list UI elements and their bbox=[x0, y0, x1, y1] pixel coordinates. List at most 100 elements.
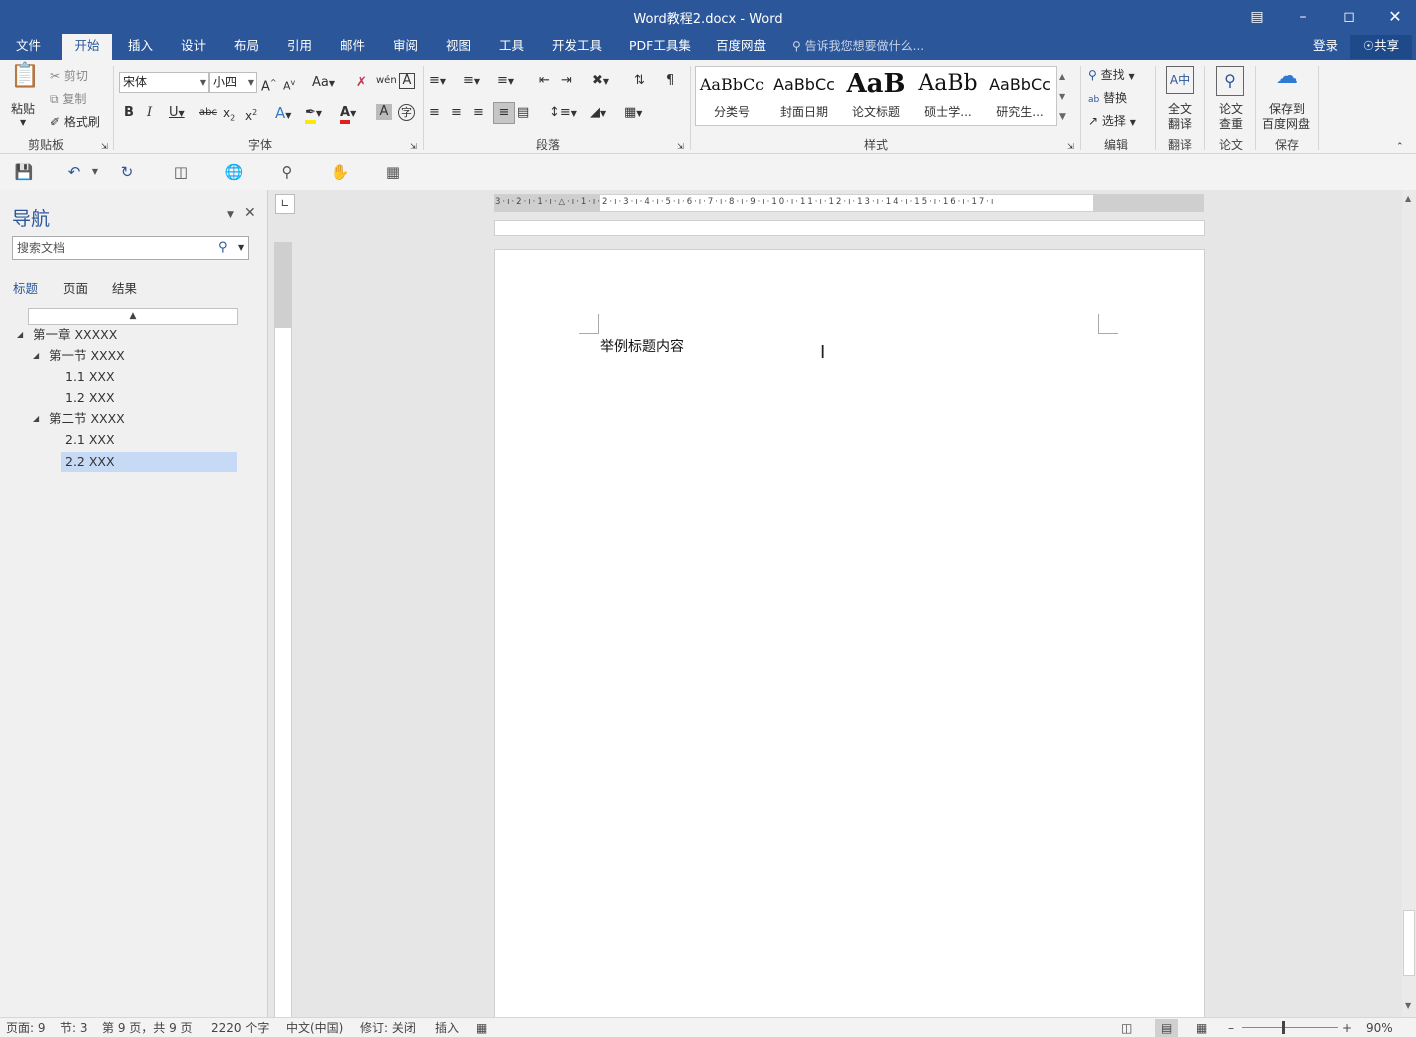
search-document-input[interactable]: 搜索文档 ⚲ ▼ bbox=[12, 236, 249, 260]
italic-icon[interactable]: I bbox=[147, 104, 152, 122]
decrease-indent-icon[interactable]: ⇤ bbox=[539, 72, 550, 90]
superscript-icon[interactable]: x2 bbox=[245, 104, 257, 125]
sort-icon[interactable]: ⇅ bbox=[634, 72, 645, 90]
baidu-netdisk-icon[interactable]: ☁ bbox=[1272, 66, 1302, 94]
login-link[interactable]: 登录 bbox=[1313, 34, 1338, 58]
tell-me-search[interactable]: ⚲ 告诉我您想要做什么... bbox=[792, 34, 924, 60]
heading-item[interactable]: 1.1 XXX bbox=[65, 367, 115, 387]
zoom-in-icon[interactable]: + bbox=[1342, 1019, 1352, 1037]
status-track-changes[interactable]: 修订: 关闭 bbox=[360, 1019, 416, 1037]
highlight-color-icon[interactable]: ✒▼ bbox=[305, 104, 322, 124]
change-case-icon[interactable]: Aa▼ bbox=[312, 74, 335, 93]
document-page[interactable]: 举例标题内容 I bbox=[494, 249, 1205, 1029]
subscript-icon[interactable]: x2 bbox=[223, 104, 235, 127]
more-styles-icon[interactable]: ▼ bbox=[1059, 108, 1066, 126]
replace-button[interactable]: ab 替换 bbox=[1088, 89, 1127, 106]
status-section[interactable]: 节: 3 bbox=[60, 1019, 88, 1037]
pane-options-icon[interactable]: ▼ bbox=[227, 206, 234, 224]
tab-developer[interactable]: 开发工具 bbox=[542, 34, 612, 60]
heading-item[interactable]: 2.1 XXX bbox=[65, 430, 115, 450]
paper-check-label-2[interactable]: 查重 bbox=[1219, 115, 1243, 132]
copy-button[interactable]: ⧉ 复制 bbox=[50, 90, 86, 107]
web-layout-icon[interactable]: 🌐 bbox=[223, 162, 245, 182]
document-heading-text[interactable]: 举例标题内容 bbox=[600, 336, 684, 356]
clear-formatting-icon[interactable]: ✗ bbox=[356, 74, 367, 92]
search-icon[interactable]: ⚲ bbox=[218, 239, 228, 257]
nav-tab-headings[interactable]: 标题 bbox=[13, 278, 38, 297]
align-right-icon[interactable]: ≡ bbox=[473, 104, 484, 122]
format-painter-button[interactable]: ✐ 格式刷 bbox=[50, 113, 100, 130]
style-item[interactable]: AaBb 硕士学... bbox=[912, 67, 984, 125]
nav-tab-pages[interactable]: 页面 bbox=[63, 278, 88, 297]
expanded-triangle-icon[interactable]: ◢ bbox=[17, 330, 23, 339]
tab-design[interactable]: 设计 bbox=[171, 34, 216, 60]
justify-icon[interactable]: ≡ bbox=[493, 102, 515, 124]
bold-icon[interactable]: B bbox=[124, 104, 134, 122]
scroll-down-icon[interactable]: ▼ bbox=[1059, 88, 1065, 106]
increase-indent-icon[interactable]: ⇥ bbox=[561, 72, 572, 90]
close-pane-icon[interactable]: ✕ bbox=[244, 204, 256, 222]
zoom-slider-thumb[interactable] bbox=[1282, 1021, 1285, 1034]
heading-item[interactable]: 第一节 XXXX bbox=[49, 346, 125, 366]
bullets-icon[interactable]: ≡▼ bbox=[429, 72, 446, 91]
customize-toolbar-icon[interactable]: ▦ bbox=[382, 162, 404, 182]
plagiarism-check-icon[interactable]: ⚲ bbox=[1216, 66, 1244, 96]
print-layout-view-icon[interactable]: ▤ bbox=[1155, 1019, 1179, 1037]
read-mode-icon[interactable]: ◫ bbox=[170, 162, 192, 182]
style-item[interactable]: AaB 论文标题 bbox=[840, 67, 912, 125]
heading-item[interactable]: 1.2 XXX bbox=[65, 388, 115, 408]
heading-item-selected[interactable]: 2.2 XXX bbox=[61, 452, 237, 472]
line-spacing-icon[interactable]: ↕≡▼ bbox=[549, 104, 577, 123]
character-shading-icon[interactable]: A bbox=[376, 104, 392, 120]
borders-icon[interactable]: ▦▼ bbox=[624, 104, 642, 123]
shading-icon[interactable]: ◢▼ bbox=[590, 104, 606, 123]
heading-item[interactable]: 第二节 XXXX bbox=[49, 409, 125, 429]
nav-tab-results[interactable]: 结果 bbox=[112, 278, 137, 297]
paste-dropdown-icon[interactable]: ▼ bbox=[20, 114, 26, 132]
style-item[interactable]: AaBbCc 封面日期 bbox=[768, 67, 840, 125]
tab-view[interactable]: 视图 bbox=[436, 34, 481, 60]
shrink-font-icon[interactable]: Av bbox=[283, 74, 295, 96]
vertical-ruler[interactable] bbox=[274, 242, 292, 1017]
distributed-icon[interactable]: ▤ bbox=[517, 104, 529, 122]
print-preview-icon[interactable]: ⚲ bbox=[276, 162, 298, 182]
tab-selector-icon[interactable]: ∟ bbox=[275, 194, 295, 214]
underline-icon[interactable]: U▼ bbox=[169, 104, 185, 123]
font-color-icon[interactable]: A▼ bbox=[340, 104, 356, 124]
share-button[interactable]: ☉共享 bbox=[1350, 35, 1412, 59]
scroll-up-icon[interactable]: ▲ bbox=[1059, 68, 1065, 86]
status-page[interactable]: 页面: 9 bbox=[6, 1019, 46, 1037]
text-effects-icon[interactable]: A▼ bbox=[275, 104, 291, 125]
tab-file[interactable]: 文件 bbox=[6, 34, 51, 60]
chinese-layout-icon[interactable]: ✖▼ bbox=[592, 72, 609, 91]
tab-insert[interactable]: 插入 bbox=[118, 34, 163, 60]
style-item[interactable]: AaBbCc 研究生... bbox=[984, 67, 1056, 125]
maximize-button[interactable]: ◻ bbox=[1334, 5, 1364, 29]
status-page-count[interactable]: 第 9 页，共 9 页 bbox=[102, 1019, 193, 1037]
tab-home[interactable]: 开始 bbox=[62, 34, 112, 60]
save-netdisk-label-2[interactable]: 百度网盘 bbox=[1262, 115, 1310, 132]
strikethrough-icon[interactable]: abc bbox=[199, 104, 217, 122]
tab-mailings[interactable]: 邮件 bbox=[330, 34, 375, 60]
save-icon[interactable]: 💾 bbox=[13, 162, 35, 182]
status-insert-mode[interactable]: 插入 bbox=[435, 1019, 459, 1037]
expanded-triangle-icon[interactable]: ◢ bbox=[33, 351, 39, 360]
character-border-icon[interactable]: A bbox=[399, 73, 415, 89]
scroll-up-arrow-icon[interactable]: ▲ bbox=[1405, 194, 1411, 203]
tab-tools[interactable]: 工具 bbox=[489, 34, 534, 60]
expanded-triangle-icon[interactable]: ◢ bbox=[33, 414, 39, 423]
minimize-button[interactable]: – bbox=[1288, 5, 1318, 29]
translate-icon[interactable]: A中 bbox=[1166, 66, 1194, 94]
align-left-icon[interactable]: ≡ bbox=[429, 104, 440, 122]
macro-record-icon[interactable]: ▦ bbox=[476, 1019, 487, 1037]
tab-references[interactable]: 引用 bbox=[277, 34, 322, 60]
grow-font-icon[interactable]: A^ bbox=[261, 74, 277, 96]
undo-dropdown-icon[interactable]: ▼ bbox=[84, 162, 106, 182]
tab-baidu-netdisk[interactable]: 百度网盘 bbox=[706, 34, 776, 60]
close-button[interactable]: ✕ bbox=[1380, 5, 1410, 29]
tab-review[interactable]: 审阅 bbox=[383, 34, 428, 60]
paste-icon[interactable]: 📋 bbox=[10, 63, 40, 96]
horizontal-ruler[interactable]: 3·ı·2·ı·1·ı·△·ı·1·ı·2·ı·3·ı·4·ı·5·ı·6·ı·… bbox=[494, 194, 1204, 212]
collapse-all-button[interactable]: ▲ bbox=[28, 308, 238, 325]
font-size-combo[interactable]: 小四 ▼ bbox=[209, 72, 257, 93]
